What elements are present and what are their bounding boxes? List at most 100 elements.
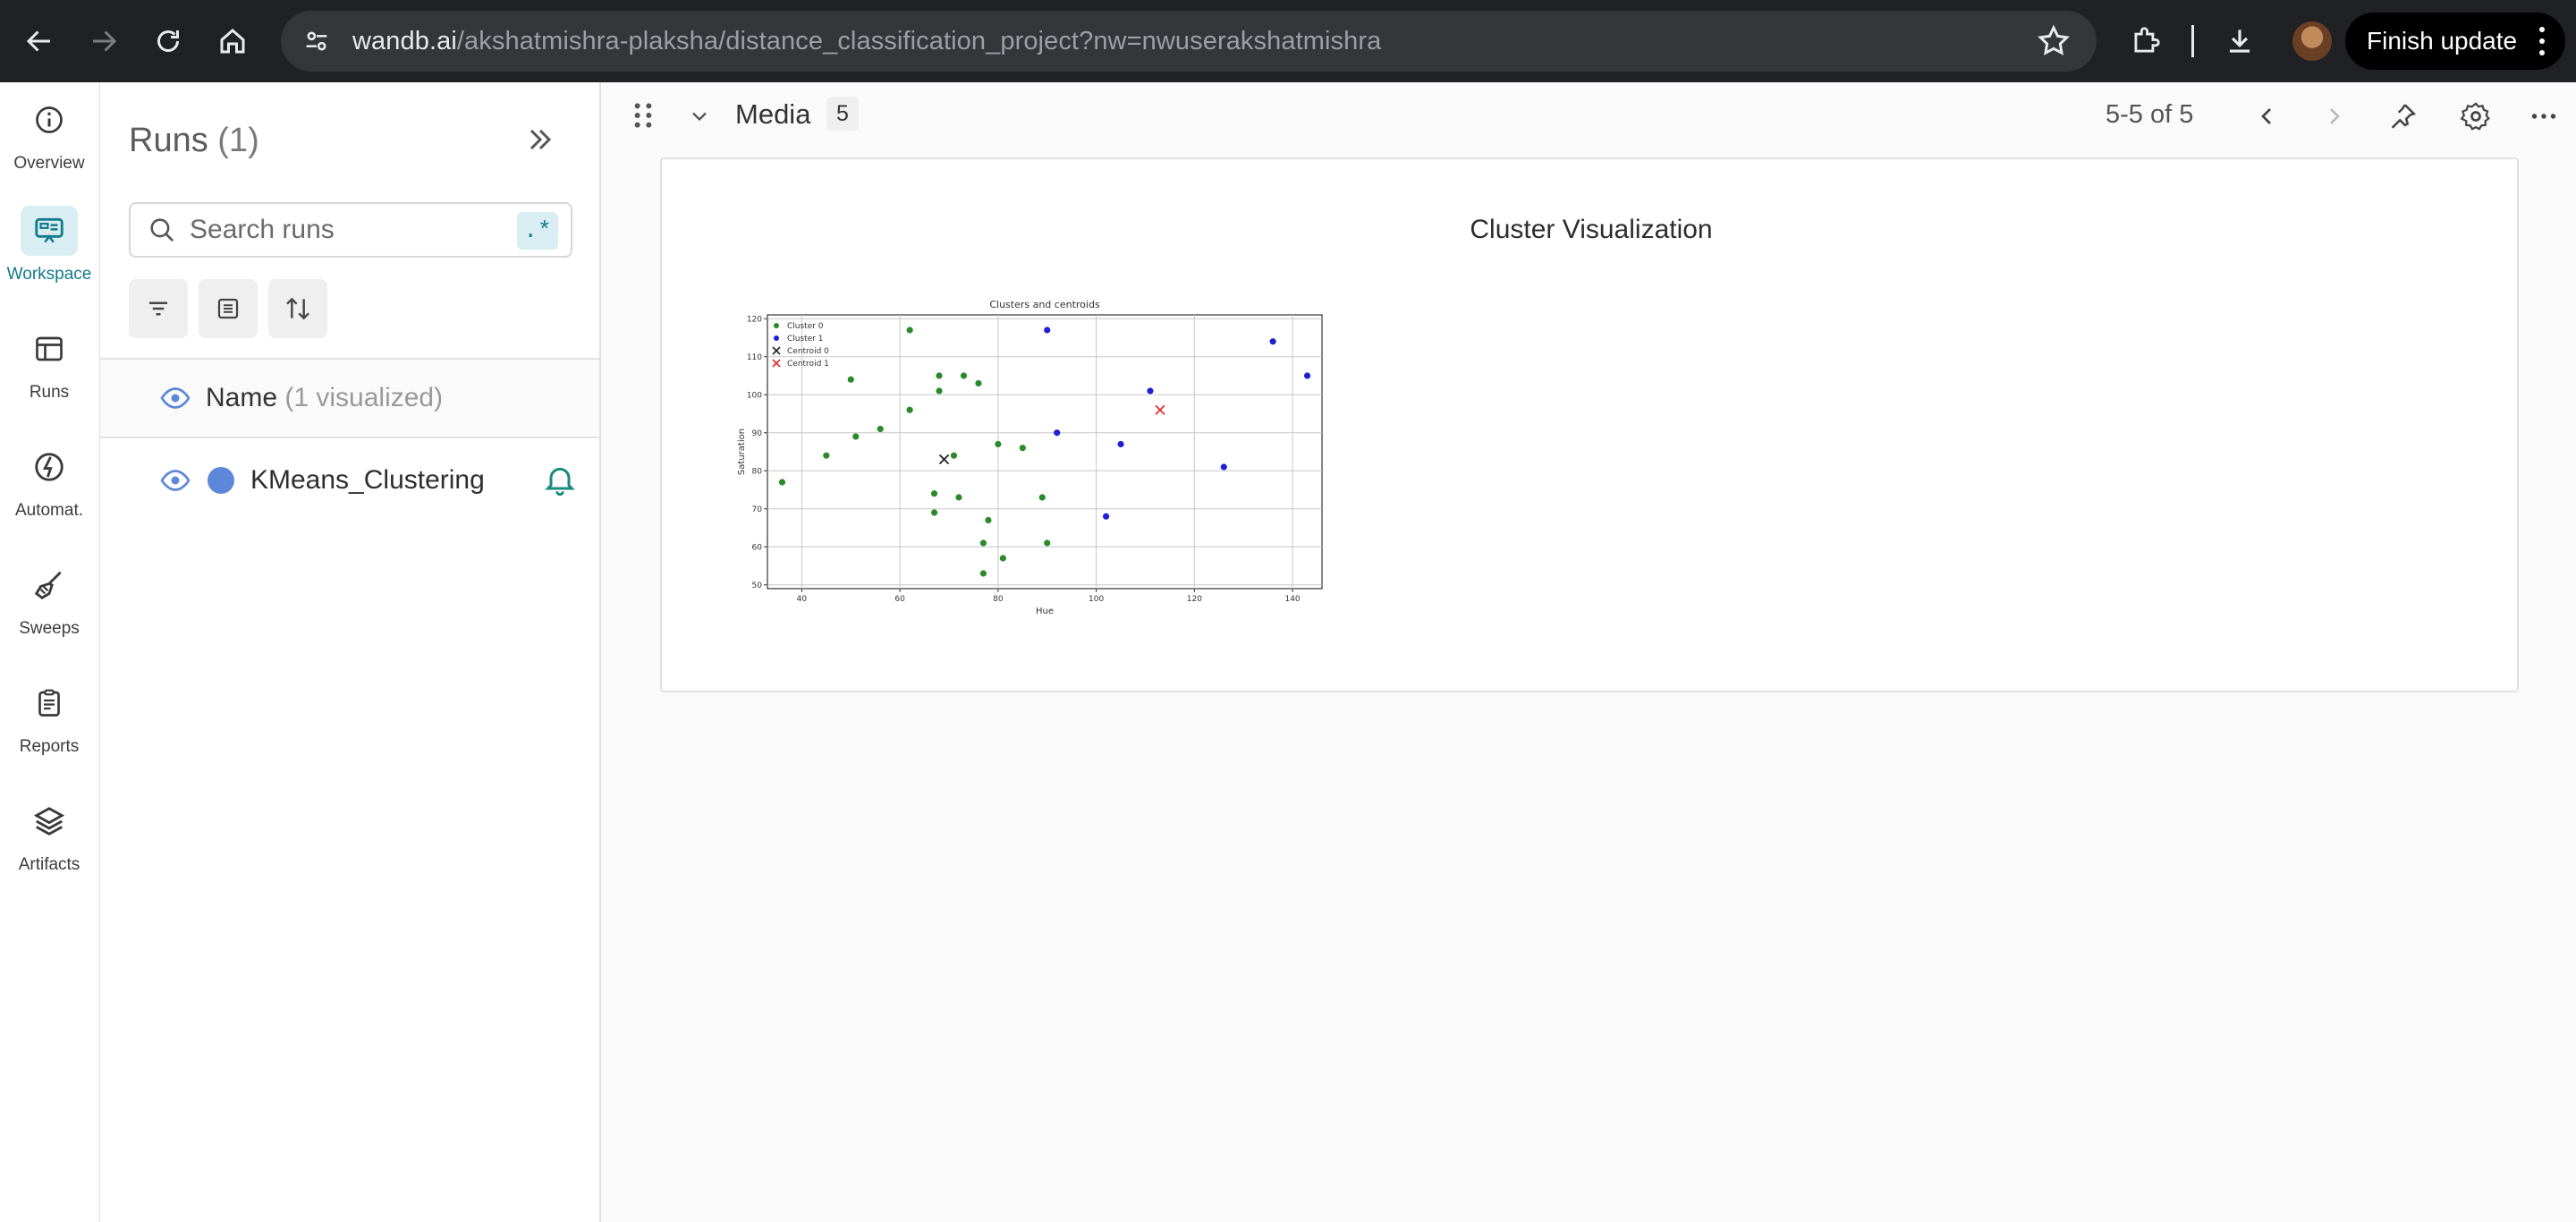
url-path: /akshatmishra-plaksha/distance_classific… [456, 26, 1382, 55]
browser-toolbar: wandb.ai/akshatmishra-plaksha/distance_c… [0, 0, 2576, 82]
sort-icon [286, 297, 309, 320]
x-tick-label: 100 [1089, 595, 1104, 604]
downloads-button[interactable] [2205, 0, 2275, 82]
profile-avatar[interactable] [2292, 21, 2332, 61]
sort-button[interactable] [268, 279, 327, 338]
home-icon [220, 29, 245, 54]
data-point [1044, 327, 1051, 334]
nav-overview[interactable]: Overview [0, 95, 98, 193]
reload-button[interactable] [136, 0, 200, 82]
visualized-count: (1 visualized) [284, 383, 444, 412]
search-runs-field: .* [129, 202, 572, 258]
cluster-scatter-plot: 40 60 80 100 120 140 50 60 70 80 90 100 110 120 Cluste… [737, 299, 1323, 615]
nav-reports[interactable]: Reports [0, 678, 98, 776]
data-point [1054, 429, 1061, 437]
data-point [1044, 539, 1051, 547]
data-point [955, 494, 962, 501]
extensions-button[interactable] [2111, 0, 2181, 82]
run-color-dot[interactable] [208, 467, 234, 494]
data-point [1147, 387, 1154, 395]
settings-button[interactable] [2458, 98, 2494, 134]
bell-icon[interactable] [542, 462, 578, 497]
more-vertical-icon [2538, 27, 2546, 55]
pin-icon [2391, 104, 2417, 129]
data-point [930, 490, 938, 497]
section-title: Media [735, 98, 811, 130]
data-point [936, 372, 943, 379]
nav-runs[interactable]: Runs [0, 324, 98, 422]
name-column-header[interactable]: Name (1 visualized) [206, 383, 443, 413]
eye-icon[interactable] [159, 382, 191, 414]
nav-artifacts[interactable]: Artifacts [0, 796, 98, 895]
chevron-down-icon[interactable] [687, 104, 712, 129]
filter-icon [149, 301, 167, 316]
search-icon [150, 218, 174, 242]
legend-marker [774, 335, 779, 341]
bookmark-star-icon[interactable] [2036, 23, 2072, 59]
home-button[interactable] [200, 0, 265, 82]
site-info-icon[interactable] [281, 26, 352, 56]
nav-workspace[interactable]: Workspace [0, 206, 98, 304]
runs-title: Runs (1) [129, 122, 259, 160]
data-point [930, 509, 938, 516]
y-tick-label: 100 [747, 391, 762, 400]
clipboard-icon [21, 678, 78, 728]
data-point [975, 379, 982, 387]
data-point [995, 440, 1002, 448]
address-bar[interactable]: wandb.ai/akshatmishra-plaksha/distance_c… [281, 11, 2097, 72]
data-point [1019, 445, 1026, 452]
x-tick-label: 80 [993, 595, 1004, 604]
y-tick-label: 60 [752, 543, 763, 552]
chevron-right-icon [2330, 108, 2340, 124]
data-point [847, 376, 854, 383]
runs-title-label: Runs [129, 122, 208, 159]
panel-title: Cluster Visualization [1470, 215, 1713, 244]
media-panel-card[interactable]: Cluster Visualization 40 60 80 100 120 140 50 6… [660, 157, 2519, 692]
nav-label: Artifacts [18, 855, 80, 874]
filter-button[interactable] [129, 279, 188, 338]
run-name[interactable]: KMeans_Clustering [250, 465, 485, 496]
finish-update-button[interactable]: Finish update [2345, 13, 2565, 70]
x-tick-label: 140 [1284, 595, 1300, 604]
collapse-panel-icon[interactable] [522, 122, 558, 157]
prev-page-button[interactable] [2249, 98, 2284, 134]
data-point [985, 516, 992, 524]
back-arrow-icon [26, 30, 50, 52]
x-tick-label: 120 [1187, 595, 1202, 604]
nav-sweeps[interactable]: Sweeps [0, 560, 98, 658]
y-tick-label: 70 [752, 505, 763, 514]
finish-update-label: Finish update [2367, 27, 2518, 55]
legend-label: Cluster 0 [787, 322, 824, 331]
url-text: wandb.ai/akshatmishra-plaksha/distance_c… [352, 27, 1381, 56]
x-tick-label: 60 [894, 595, 905, 604]
table-icon [21, 324, 78, 374]
legend-label: Cluster 1 [787, 335, 824, 344]
data-point [950, 452, 958, 459]
data-point [979, 570, 987, 577]
drag-handle-icon[interactable] [630, 100, 657, 131]
x-tick-label: 40 [797, 595, 808, 604]
nav-label: Overview [13, 154, 85, 173]
runs-panel: Runs (1) .* Name (1 visualized) KMeans_C… [100, 82, 601, 1222]
data-point [1102, 513, 1110, 520]
next-page-button[interactable] [2317, 98, 2352, 134]
chart-title: Clusters and centroids [989, 299, 1100, 310]
back-button[interactable] [7, 0, 72, 82]
y-tick-label: 110 [747, 353, 762, 362]
search-runs-input[interactable] [190, 215, 512, 245]
data-point [979, 539, 987, 547]
columns-button[interactable] [199, 279, 258, 338]
more-options-button[interactable] [2526, 98, 2562, 134]
legend-label: Centroid 0 [787, 347, 829, 356]
runs-count: (1) [217, 122, 259, 159]
regex-toggle[interactable]: .* [517, 212, 558, 250]
workspace-icon [21, 206, 78, 256]
run-row[interactable]: KMeans_Clustering [100, 440, 599, 521]
forward-button[interactable] [72, 0, 136, 82]
eye-icon[interactable] [159, 464, 191, 496]
data-point [999, 555, 1006, 562]
pin-button[interactable] [2385, 98, 2420, 134]
nav-automations[interactable]: Automat. [0, 442, 98, 540]
nav-label: Workspace [6, 265, 92, 284]
data-point [906, 406, 913, 413]
